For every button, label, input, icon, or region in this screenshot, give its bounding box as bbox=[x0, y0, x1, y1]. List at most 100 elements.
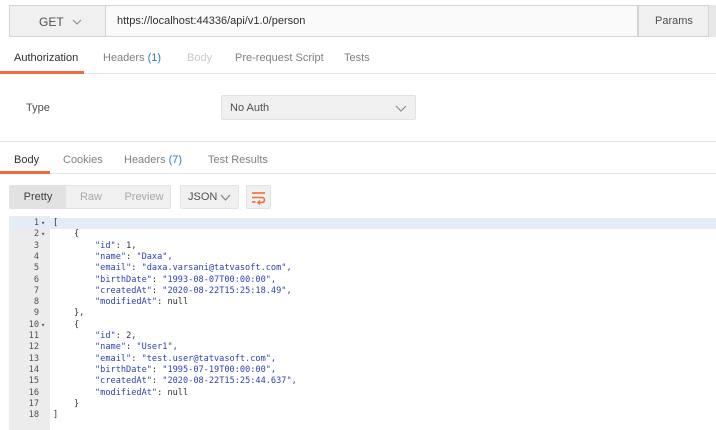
json-colon: : bbox=[151, 364, 163, 375]
tab-label: Tests bbox=[344, 52, 370, 64]
json-colon: : bbox=[115, 240, 127, 251]
request-tabs: Authorization Headers (1) Body Pre-reque… bbox=[0, 44, 716, 74]
format-value: JSON bbox=[188, 191, 218, 203]
code-text: "createdAt": "2020-08-22T15:25:18.49", bbox=[95, 286, 292, 297]
wrap-lines-button[interactable] bbox=[246, 185, 271, 209]
json-key: "id" bbox=[95, 240, 116, 251]
line-number: 5 bbox=[33, 263, 39, 274]
auth-type-value: No Auth bbox=[230, 102, 270, 114]
line-number: 3 bbox=[33, 240, 39, 251]
code-text: "id": 1, bbox=[95, 241, 136, 252]
json-value: "User1", bbox=[136, 342, 178, 353]
send-button-edge[interactable] bbox=[708, 5, 716, 37]
line-number: 13 bbox=[28, 353, 39, 364]
json-colon: : bbox=[151, 285, 163, 296]
code-line: 4 "name": "Daxa", bbox=[9, 252, 716, 263]
code-text: "birthDate": "1993-08-07T00:00:00", bbox=[95, 275, 276, 286]
code-line: 2 ▾ { bbox=[9, 229, 716, 240]
tab-label: Test Results bbox=[208, 154, 268, 166]
code-line: 7 "createdAt": "2020-08-22T15:25:18.49", bbox=[9, 286, 716, 297]
json-colon: : bbox=[131, 263, 142, 274]
json-bracket: } bbox=[74, 398, 80, 409]
json-colon: : bbox=[126, 342, 137, 353]
tab-test-results[interactable]: Test Results bbox=[208, 154, 268, 166]
code-text: "email": "test.user@tatvasoft.com", bbox=[95, 354, 276, 365]
response-tabs: Body Cookies Headers (7) Test Results bbox=[0, 146, 716, 174]
json-value: "Daxa", bbox=[136, 251, 173, 262]
chevron-down-icon bbox=[395, 105, 407, 112]
code-text: "modifiedAt": null bbox=[95, 297, 188, 308]
headers-count-badge: (1) bbox=[147, 52, 162, 64]
response-body-viewer[interactable]: 1 ▾[2 ▾{3 "id": 1, 4 "name": "Daxa", 5 "email":… bbox=[9, 216, 716, 430]
json-bracket: }, bbox=[74, 308, 85, 319]
code-text: { bbox=[74, 229, 79, 240]
json-bracket: [ bbox=[53, 218, 59, 228]
tab-response-body[interactable]: Body bbox=[14, 154, 39, 166]
tab-label: Authorization bbox=[14, 52, 79, 64]
json-key: "modifiedAt" bbox=[95, 387, 158, 398]
line-number: 9 bbox=[33, 308, 39, 319]
json-colon: : bbox=[126, 251, 137, 262]
chevron-down-icon bbox=[72, 19, 82, 25]
json-colon: : bbox=[157, 387, 168, 398]
json-value: null bbox=[167, 387, 189, 398]
tab-cookies[interactable]: Cookies bbox=[63, 154, 103, 166]
code-line: 16 "modifiedAt": null bbox=[9, 388, 716, 399]
code-line: 13 "email": "test.user@tatvasoft.com", bbox=[9, 354, 716, 365]
json-key: "id" bbox=[95, 331, 116, 341]
tab-label: Body bbox=[14, 154, 40, 166]
raw-button[interactable]: Raw bbox=[66, 186, 116, 208]
json-key: "name" bbox=[95, 342, 127, 353]
json-key: "createdAt" bbox=[95, 376, 152, 387]
method-select[interactable]: GET bbox=[9, 5, 105, 37]
code-text: "createdAt": "2020-08-22T15:25:44.637", bbox=[95, 376, 297, 387]
params-button[interactable]: Params bbox=[638, 5, 712, 37]
line-number: 7 bbox=[33, 285, 39, 296]
json-value: "2020-08-22T15:25:18.49", bbox=[162, 285, 292, 296]
line-number: 6 bbox=[33, 274, 39, 285]
line-number: 1 bbox=[33, 218, 39, 228]
chevron-down-icon bbox=[220, 194, 231, 201]
tab-authorization[interactable]: Authorization bbox=[14, 52, 78, 64]
json-bracket: ] bbox=[53, 410, 59, 421]
code-text: }, bbox=[74, 308, 84, 319]
line-number: 16 bbox=[28, 387, 39, 398]
code-text: "email": "daxa.varsani@tatvasoft.com", bbox=[95, 263, 292, 274]
json-value: 2, bbox=[126, 331, 137, 341]
code-line: 10 ▾ { bbox=[9, 320, 716, 331]
code-line: 3 "id": 1, bbox=[9, 241, 716, 252]
tab-label: Pre-request Script bbox=[235, 52, 324, 64]
url-input[interactable]: https://localhost:44336/api/v1.0/person bbox=[105, 5, 638, 37]
json-key: "modifiedAt" bbox=[95, 297, 158, 308]
tab-body[interactable]: Body bbox=[187, 52, 212, 64]
code-line: 14 "birthDate": "1995-07-19T00:00:00", bbox=[9, 365, 716, 376]
line-number: 8 bbox=[33, 297, 39, 308]
code-line: 9}, bbox=[9, 308, 716, 319]
method-label: GET bbox=[39, 15, 64, 29]
code-line: 15 "createdAt": "2020-08-22T15:25:44.637"… bbox=[9, 376, 716, 387]
response-headers-count-badge: (7) bbox=[168, 154, 183, 166]
json-bracket: { bbox=[74, 229, 80, 240]
code-line: 18] bbox=[9, 410, 716, 421]
auth-type-select[interactable]: No Auth bbox=[221, 95, 416, 120]
fold-toggle-icon[interactable]: ▾ bbox=[41, 229, 49, 240]
tab-response-headers[interactable]: Headers (7) bbox=[124, 154, 182, 166]
view-mode-group: Pretty Raw Preview bbox=[9, 185, 171, 209]
tab-pre-request-script[interactable]: Pre-request Script bbox=[235, 52, 324, 64]
json-colon: : bbox=[151, 376, 163, 387]
fold-toggle-icon[interactable]: ▾ bbox=[41, 218, 49, 229]
format-select[interactable]: JSON bbox=[180, 185, 239, 209]
fold-toggle-icon[interactable]: ▾ bbox=[41, 320, 49, 331]
tab-tests[interactable]: Tests bbox=[344, 52, 370, 64]
preview-button[interactable]: Preview bbox=[116, 186, 172, 208]
pretty-button[interactable]: Pretty bbox=[10, 186, 66, 208]
line-number: 17 bbox=[28, 398, 39, 409]
code-text: "name": "Daxa", bbox=[95, 252, 173, 263]
line-number: 18 bbox=[28, 410, 39, 421]
tab-headers[interactable]: Headers (1) bbox=[103, 52, 161, 64]
code-text: "modifiedAt": null bbox=[95, 388, 188, 399]
json-colon: : bbox=[131, 353, 142, 364]
code-text: "name": "User1", bbox=[95, 342, 178, 353]
line-number: 14 bbox=[28, 364, 39, 375]
code-line: 1 ▾ [ bbox=[9, 218, 716, 230]
